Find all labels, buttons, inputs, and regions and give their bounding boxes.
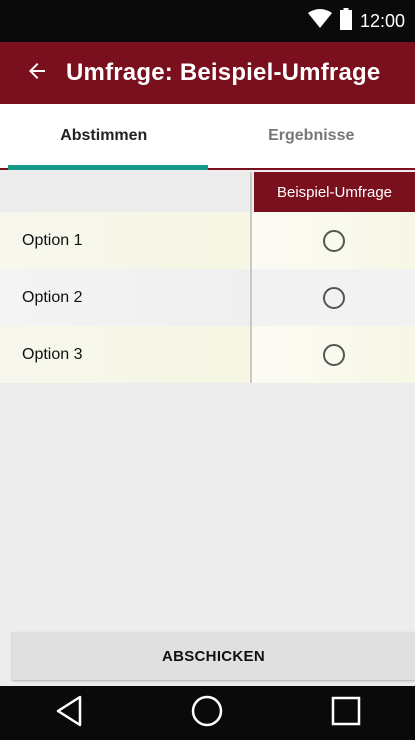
submit-button[interactable]: ABSCHICKEN (12, 632, 415, 680)
option-radio-cell (252, 269, 415, 326)
option-row: Option 3 (0, 326, 415, 383)
tab-abstimmen[interactable]: Abstimmen (0, 104, 208, 170)
nav-back-button[interactable] (39, 686, 99, 740)
back-triangle-icon (54, 695, 84, 732)
arrow-left-icon (25, 59, 49, 88)
app-bar: Umfrage: Beispiel-Umfrage (0, 42, 415, 104)
tab-label: Ergebnisse (268, 127, 355, 144)
option-radio-cell (252, 326, 415, 383)
status-icons: 12:00 (307, 0, 405, 42)
clock: 12:00 (359, 10, 405, 31)
option-label: Option 2 (0, 269, 250, 326)
back-button[interactable] (8, 42, 66, 104)
option-label: Option 1 (0, 212, 250, 269)
wifi-icon (307, 8, 332, 34)
poll-column-header: Beispiel-Umfrage (254, 172, 415, 212)
poll-header-row: Beispiel-Umfrage (0, 172, 415, 212)
tab-bar: Abstimmen Ergebnisse (0, 104, 415, 170)
poll-table: Beispiel-Umfrage Option 1 Option 2 Optio… (0, 172, 415, 383)
option-row: Option 1 (0, 212, 415, 269)
tab-ergebnisse[interactable]: Ergebnisse (208, 104, 415, 168)
option-3-radio[interactable] (322, 343, 345, 366)
option-2-radio[interactable] (322, 286, 345, 309)
page-title: Umfrage: Beispiel-Umfrage (66, 59, 381, 86)
option-label: Option 3 (0, 326, 250, 383)
tab-label: Abstimmen (60, 127, 148, 144)
option-row: Option 2 (0, 269, 415, 326)
header-empty-cell (0, 172, 250, 212)
home-circle-icon (191, 695, 223, 732)
battery-icon (339, 7, 352, 35)
status-bar: 12:00 (0, 0, 415, 42)
column-divider (250, 172, 252, 212)
nav-recents-button[interactable] (316, 686, 376, 740)
option-1-radio[interactable] (322, 229, 345, 252)
option-radio-cell (252, 212, 415, 269)
navigation-bar (0, 686, 415, 740)
recents-square-icon (331, 696, 361, 731)
nav-home-button[interactable] (177, 686, 237, 740)
